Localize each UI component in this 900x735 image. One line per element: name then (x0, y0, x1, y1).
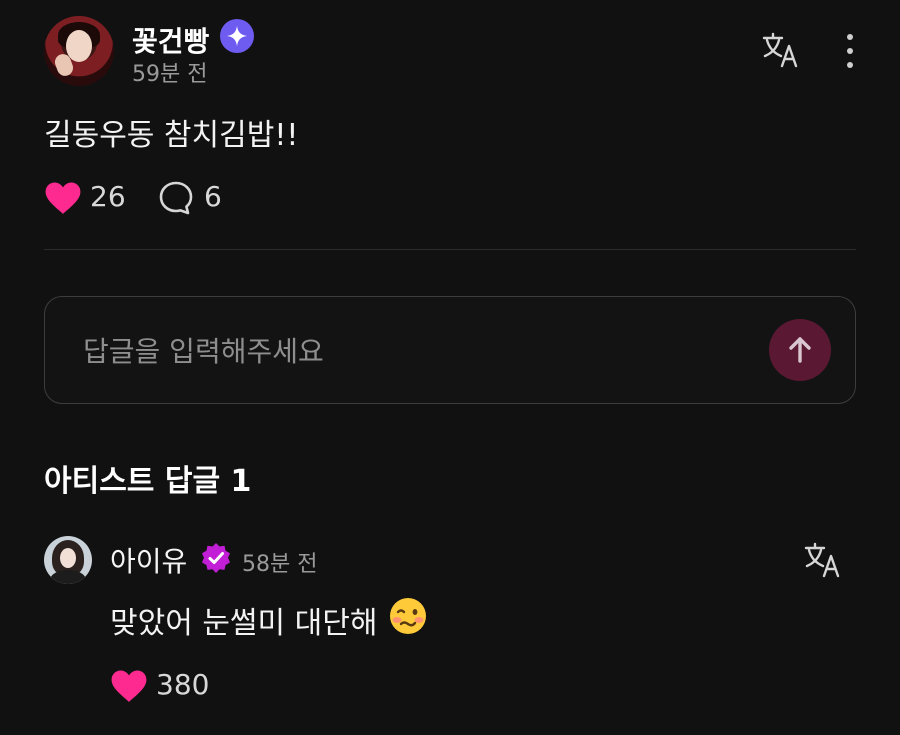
reply-input[interactable] (81, 327, 745, 375)
woozy-face-emoji-icon (388, 596, 428, 636)
reply-box (44, 296, 856, 404)
artist-comment: 아이유 58분 전 맞았어 눈썰미 대단해 380 (44, 536, 856, 716)
verified-badge-icon (200, 542, 232, 574)
heart-icon[interactable] (110, 668, 148, 704)
divider (44, 249, 856, 250)
send-button[interactable] (769, 319, 831, 381)
comment-bubble-icon[interactable] (158, 180, 194, 216)
like-count: 26 (90, 180, 126, 213)
post-body: 길동우동 참치김밥!! (44, 118, 299, 153)
post-timestamp: 59분 전 (132, 62, 208, 87)
comment-reactions: 380 (110, 666, 310, 706)
comment-count: 6 (204, 180, 222, 213)
comment-timestamp: 58분 전 (242, 552, 318, 577)
translate-icon[interactable] (804, 542, 842, 578)
comment-like-count: 380 (156, 668, 210, 701)
more-vertical-icon[interactable] (838, 34, 862, 70)
translate-icon[interactable] (762, 32, 800, 68)
heart-icon[interactable] (44, 180, 82, 216)
post-reactions: 26 6 (44, 178, 344, 218)
commenter-name[interactable]: 아이유 (110, 540, 187, 580)
artist-replies-title: 아티스트 답글 1 (44, 464, 252, 499)
post-detail-page: 꽃건빵 59분 전 길동우동 참치김밥!! 26 6 답글을 입력해주세요 아티… (0, 0, 900, 735)
arrow-up-icon (789, 337, 811, 363)
author-avatar[interactable] (44, 16, 114, 86)
post-header: 꽃건빵 59분 전 (44, 16, 856, 87)
star-badge-icon (220, 19, 254, 53)
comment-text: 맞았어 눈썰미 대단해 (110, 606, 378, 641)
commenter-avatar[interactable] (44, 536, 92, 584)
author-name[interactable]: 꽃건빵 (132, 20, 209, 60)
